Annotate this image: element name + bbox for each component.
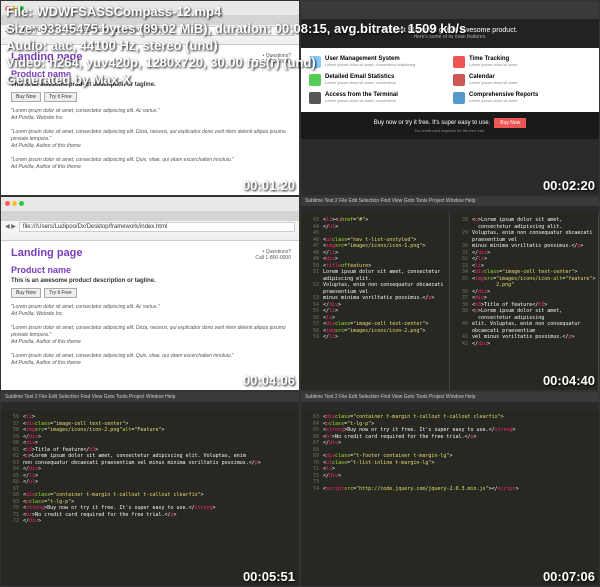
code-pane-right[interactable]: 28 <p>Lorem ipsum dolor sit amet, consec… (450, 213, 599, 390)
buy-now-button[interactable]: Buy Now (494, 118, 526, 128)
thumb-3: ◀ ▶file:///Users/Ludipoo/Dx/Desktop/fram… (0, 196, 300, 392)
timestamp: 00:01:20 (243, 178, 295, 193)
try-button[interactable]: Try it Free (44, 92, 77, 102)
file-line: File: WDWFSASSCompass-12.mp4 (6, 4, 594, 21)
code-pane[interactable]: 63<div class="container t-margin t-callo… (301, 410, 599, 586)
code-pane-left[interactable]: 43<li><a href="#"> 44</ul> 45 46<ul clas… (301, 213, 450, 390)
timestamp: 00:05:51 (243, 569, 295, 584)
audio-line: Audio: aac, 44100 Hz, stereo (und) (6, 38, 594, 55)
thumb-4: Sublime Text 2 File Edit Selection Find … (300, 196, 600, 392)
timestamp: 00:02:20 (543, 178, 595, 193)
thumb-5: Sublime Text 2 File Edit Selection Find … (0, 391, 300, 587)
editor-menu[interactable]: Sublime Text 2 File Edit Selection Find … (301, 197, 599, 206)
cta-bar: Buy now or try it free. It's super easy … (301, 112, 599, 139)
code-pane[interactable]: 56<li> 57 <div class="image-cell text-ce… (1, 410, 299, 586)
terminal-icon (309, 92, 321, 104)
thumb-6: Sublime Text 2 File Edit Selection Find … (300, 391, 600, 587)
video-line: Video: h264, yuv420p, 1280x720, 30.00 fp… (6, 55, 594, 72)
generator-line: Generated by Max-X (6, 72, 594, 89)
testimonial: "Lorem ipsum dolor sit amet, consectetur… (11, 108, 289, 171)
media-info-overlay: File: WDWFSASSCompass-12.mp4 Size: 93345… (0, 0, 600, 92)
chart-icon (453, 92, 465, 104)
timestamp: 00:04:06 (243, 373, 295, 388)
size-line: Size: 93345475 bytes (89.02 MiB), durati… (6, 21, 594, 38)
buy-button[interactable]: Buy Now (11, 92, 41, 102)
timestamp: 00:07:06 (543, 569, 595, 584)
timestamp: 00:04:40 (543, 373, 595, 388)
